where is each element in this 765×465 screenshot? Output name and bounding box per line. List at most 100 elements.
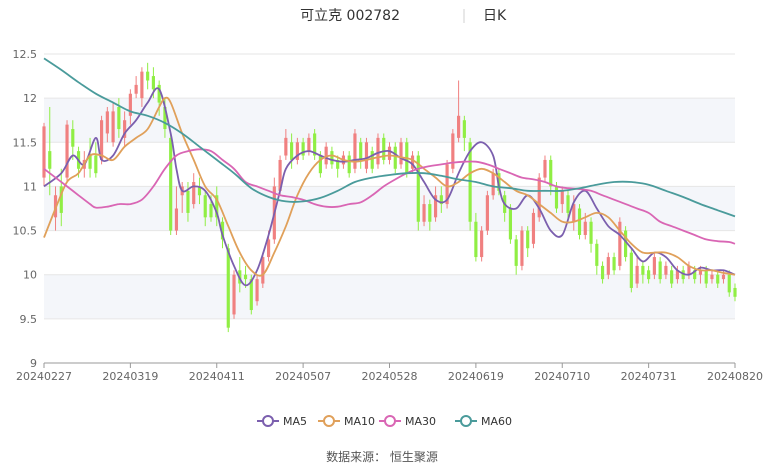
candle-body — [670, 270, 674, 284]
candle-body — [203, 195, 207, 218]
candle-body — [209, 204, 213, 218]
candle-body — [647, 270, 651, 280]
candle — [359, 137, 363, 169]
x-tick-label: 20240411 — [189, 370, 245, 383]
candle-body — [658, 261, 662, 280]
candle — [313, 129, 317, 160]
chart-container: 9 9.5 10 10.5 11 11.5 12 12.5 20240227 20240319 2… — [0, 0, 765, 465]
candle-body — [364, 142, 369, 169]
candle — [134, 76, 138, 99]
candle — [192, 173, 196, 209]
grid-band — [44, 98, 735, 143]
candle-body — [508, 208, 513, 240]
candle-body — [330, 151, 334, 165]
candle-body — [474, 221, 478, 258]
candle-body — [71, 129, 75, 147]
candle-body — [422, 204, 426, 222]
y-tick-label: 10.5 — [13, 225, 38, 238]
candle-body — [652, 257, 656, 275]
candle-body — [733, 287, 737, 297]
candle — [543, 155, 547, 183]
candle — [480, 226, 484, 262]
candle — [526, 226, 530, 258]
candle-body — [370, 151, 374, 169]
x-tick-label: 20240710 — [534, 370, 590, 383]
y-tick-label: 12.5 — [13, 48, 38, 61]
candle — [393, 142, 397, 174]
candle-body — [635, 265, 639, 284]
x-tick-label: 20240528 — [362, 370, 418, 383]
candle-body — [255, 279, 259, 302]
x-tick-label: 20240731 — [621, 370, 677, 383]
candle — [364, 137, 369, 174]
candle — [382, 133, 386, 165]
candle-body — [606, 257, 610, 275]
candle — [376, 133, 380, 169]
candle — [255, 274, 259, 306]
candle — [65, 120, 69, 183]
candle — [577, 204, 582, 240]
candle-body — [290, 142, 294, 160]
candle-body — [600, 265, 605, 280]
chart-title: 可立克 002782 — [300, 8, 400, 24]
candle-body — [134, 84, 138, 94]
candle — [451, 129, 455, 174]
candle-body — [151, 76, 155, 90]
candle-body — [520, 230, 524, 266]
candle-body — [716, 274, 720, 284]
candle-body — [226, 248, 230, 328]
candle-body — [514, 239, 518, 266]
y-tick-label: 10 — [23, 269, 37, 282]
y-tick-label: 11 — [23, 180, 37, 193]
legend-marker — [384, 415, 396, 427]
candle-body — [462, 120, 466, 138]
x-tick-label: 20240619 — [448, 370, 504, 383]
legend-item-ma5: MA5 — [257, 415, 307, 428]
candle-body — [526, 230, 530, 249]
candle-body — [232, 274, 236, 315]
legend-label: MA5 — [283, 415, 307, 428]
chart-period: 日K — [483, 8, 507, 24]
candle-body — [485, 195, 489, 231]
x-tick-label: 20240227 — [16, 370, 72, 383]
candle-body — [65, 124, 69, 178]
candle — [146, 62, 150, 90]
candle-body — [721, 274, 726, 280]
candle — [232, 270, 236, 319]
candle-body — [111, 111, 115, 143]
x-axis: 20240227 20240319 20240411 20240507 20240528… — [16, 363, 763, 383]
candle-body — [491, 173, 495, 196]
candle — [508, 204, 513, 244]
candle — [618, 217, 622, 271]
candle-body — [710, 274, 714, 280]
candle-body — [105, 111, 109, 134]
candle-body — [595, 243, 599, 266]
candle-body — [169, 137, 173, 231]
candle-body — [117, 106, 121, 130]
legend-item-ma30: MA30 — [379, 415, 436, 428]
candle — [94, 142, 98, 178]
candle-body — [186, 190, 190, 213]
legend-marker — [323, 415, 335, 427]
y-tick-label: 12 — [23, 92, 37, 105]
candle — [485, 190, 489, 235]
candle-body — [146, 71, 150, 81]
candle — [330, 146, 334, 169]
candle — [514, 234, 518, 275]
candle-body — [554, 186, 559, 209]
candle-body — [457, 115, 461, 138]
candle-body — [641, 265, 645, 275]
candle-body — [192, 182, 196, 205]
y-axis-ticks: 9 9.5 10 10.5 11 11.5 12 12.5 — [13, 48, 38, 370]
candle-body — [284, 137, 288, 156]
y-tick-label: 9.5 — [20, 313, 38, 326]
candle — [387, 142, 392, 165]
candle — [42, 122, 46, 187]
legend-marker — [460, 415, 472, 427]
candle — [169, 133, 173, 235]
candle-body — [577, 208, 582, 235]
candle-body — [347, 155, 351, 174]
candle — [531, 208, 536, 249]
candle-body — [140, 71, 144, 99]
candle — [589, 217, 593, 253]
